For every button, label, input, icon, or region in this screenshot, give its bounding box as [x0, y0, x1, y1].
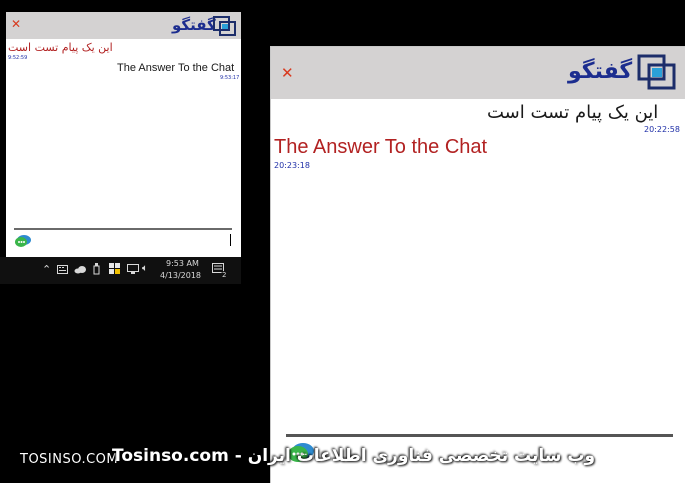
clock-time[interactable]: 9:53 AM — [166, 259, 199, 268]
small-message-input[interactable] — [14, 228, 232, 230]
small-message-1: این یک پیام تست است — [8, 41, 113, 54]
clock-date[interactable]: 4/13/2018 — [160, 271, 201, 280]
big-chat-title: گفتگو — [568, 59, 633, 84]
big-message-1: این یک پیام تست است — [487, 102, 659, 123]
big-chat-window: ✕ گفتگو این یک پیام تست است 20:22:58 The… — [270, 46, 685, 483]
logo-icon — [213, 16, 236, 36]
watermark-banner: Tosinso.com - وب سایت تخصصی فناوری اطلاع… — [112, 446, 596, 466]
small-timestamp-1: 9:52:59 — [8, 55, 28, 61]
network-icon[interactable] — [127, 264, 139, 274]
logo-icon — [637, 54, 676, 90]
keyboard-icon[interactable] — [57, 265, 68, 274]
small-chat-window: ✕ گفتگو این یک پیام تست است 9:52:59 The … — [0, 0, 241, 284]
watermark-site-name: TOSINSO.COM — [20, 452, 119, 467]
cloud-icon[interactable] — [74, 265, 87, 274]
taskbar: ⌃ 🔈︎ 9:53 AM 4/13/2018 2 — [0, 257, 241, 284]
chat-bubble-icon[interactable] — [14, 234, 32, 249]
text-caret — [230, 234, 231, 246]
chevron-up-icon[interactable]: ⌃ — [42, 263, 51, 276]
big-message-input[interactable] — [286, 434, 673, 437]
small-close-button[interactable]: ✕ — [11, 17, 21, 31]
shield-flag-icon[interactable] — [109, 263, 121, 275]
usb-icon[interactable] — [93, 263, 100, 275]
small-message-2: The Answer To the Chat — [117, 62, 235, 74]
big-close-button[interactable]: ✕ — [281, 64, 294, 82]
small-timestamp-2: 9:53:17 — [220, 75, 240, 81]
small-chat-header: ✕ گفتگو — [6, 12, 241, 39]
big-timestamp-2: 20:23:18 — [274, 161, 310, 170]
volume-icon[interactable]: 🔈︎ — [142, 263, 148, 274]
big-timestamp-1: 20:22:58 — [644, 125, 680, 134]
small-chat-title: گفتگو — [172, 16, 216, 34]
big-chat-header: ✕ گفتگو — [271, 47, 685, 99]
small-chat-panel: ✕ گفتگو این یک پیام تست است 9:52:59 The … — [6, 12, 241, 257]
big-message-2: The Answer To the Chat — [274, 136, 488, 158]
notification-count-badge: 2 — [221, 271, 228, 279]
